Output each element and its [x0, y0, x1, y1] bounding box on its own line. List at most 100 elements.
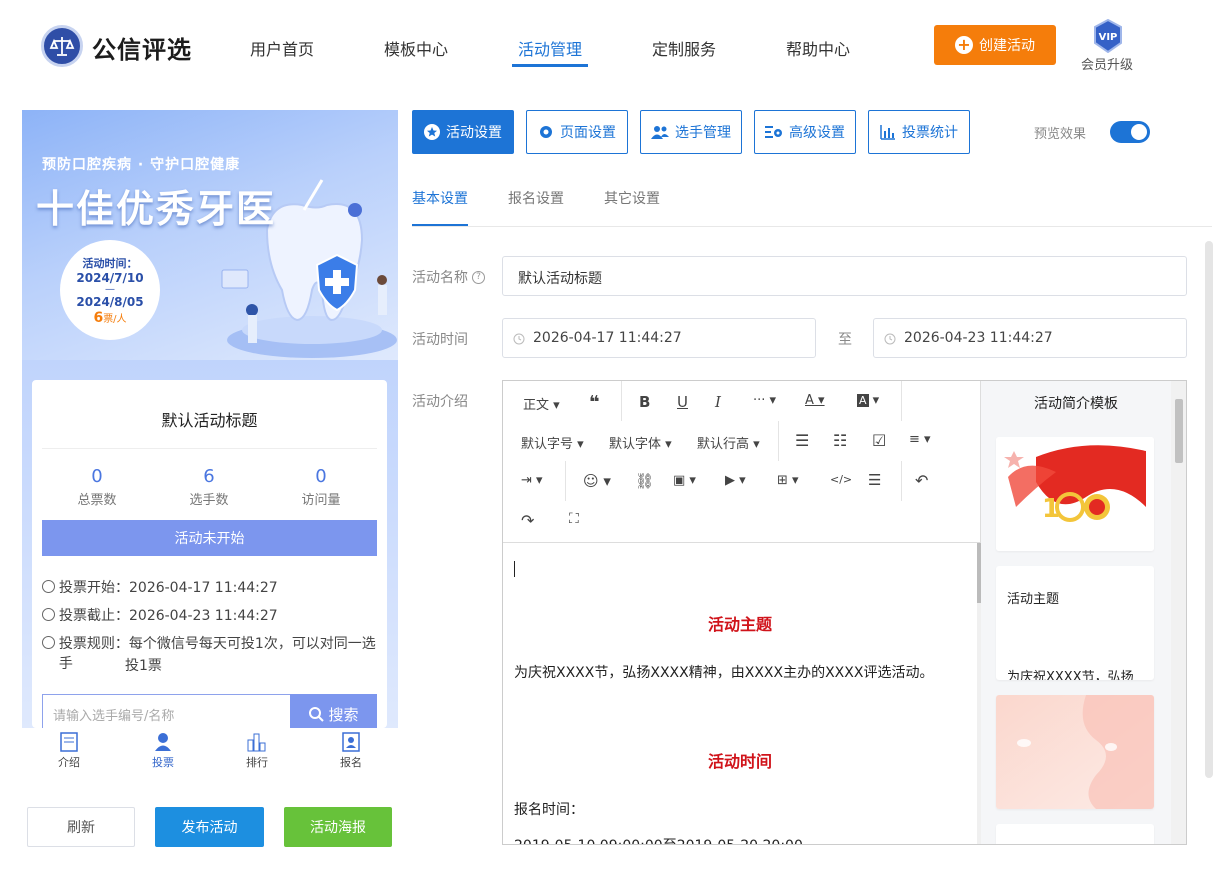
vote-statistics-button[interactable]: 投票统计 [868, 110, 970, 154]
content-heading-theme: 活动主题 [707, 615, 772, 634]
content-heading-time: 活动时间 [707, 752, 772, 771]
vip-upgrade-button[interactable]: VIP [1091, 18, 1125, 54]
help-icon[interactable]: ? [472, 270, 485, 284]
nav-help-center[interactable]: 帮助中心 [786, 36, 850, 60]
template-card[interactable] [996, 824, 1154, 844]
activity-poster-button[interactable]: 活动海报 [284, 807, 392, 847]
content-paragraph: 报名时间： [514, 802, 584, 818]
toolbar-separator [621, 381, 622, 421]
stat-label: 总票数 [77, 493, 117, 508]
search-icon [309, 707, 325, 722]
font-size-label: 默认字号 [521, 437, 574, 452]
stat-total-votes: 0 总票数 [42, 466, 152, 508]
line-height-dropdown[interactable]: 默认行高 ▾ [697, 433, 760, 452]
align-icon[interactable]: ≡ ▾ [909, 432, 931, 447]
tab-ranking[interactable]: 排行 [210, 732, 304, 770]
date-badge-start: 2024/7/10 [76, 271, 144, 285]
indent-icon[interactable]: ⇥ ▾ [521, 473, 543, 488]
signup-icon [342, 732, 360, 752]
vote-rule-badge: 6票/人 [60, 310, 160, 326]
tab-vote[interactable]: 投票 [116, 732, 210, 770]
divider-icon[interactable]: ☰ [868, 471, 881, 489]
activity-start-time-input[interactable]: 2026-04-17 11:44:27 [502, 318, 816, 358]
preview-effect-toggle[interactable] [1110, 121, 1150, 143]
font-color-icon[interactable]: A ▾ [805, 393, 825, 408]
contestant-management-label: 选手管理 [675, 125, 731, 141]
vote-start-text: 投票开始：2026-04-17 11:44:27 [59, 580, 278, 596]
italic-icon[interactable]: I [715, 393, 721, 411]
tab-signup[interactable]: 报名 [304, 732, 398, 770]
stat-contestants: 6 选手数 [154, 466, 264, 508]
stat-label: 访问量 [301, 493, 341, 508]
template-card[interactable] [996, 695, 1154, 809]
paragraph-format-dropdown[interactable]: 正文 ▾ [523, 394, 560, 413]
link-icon[interactable]: ⛓ [635, 472, 654, 490]
vip-upgrade-label[interactable]: 会员升级 [1081, 54, 1133, 73]
image-icon[interactable]: ▣ ▾ [673, 473, 696, 488]
tab-intro-label: 介绍 [58, 756, 80, 769]
vip-badge-icon: VIP [1094, 18, 1122, 54]
underline-icon[interactable]: U [677, 393, 688, 411]
nav-user-home[interactable]: 用户首页 [250, 36, 314, 60]
more-format-icon[interactable]: ··· ▾ [753, 393, 776, 408]
quote-icon[interactable]: ❝ [589, 392, 600, 413]
bold-icon[interactable]: B [639, 393, 650, 411]
table-icon[interactable]: ⊞ ▾ [777, 473, 799, 488]
create-activity-button[interactable]: + 创建活动 [934, 25, 1056, 65]
refresh-button[interactable]: 刷新 [27, 807, 135, 847]
template-card[interactable]: 活动主题 为庆祝XXXX节，弘扬 [996, 566, 1154, 680]
activity-status-button[interactable]: 活动未开始 [42, 520, 377, 556]
tab-intro[interactable]: 介绍 [22, 732, 116, 770]
brand-name[interactable]: 公信评选 [92, 30, 192, 65]
page-scrollbar[interactable] [1205, 241, 1213, 778]
clock-icon [42, 580, 55, 593]
nav-template-center[interactable]: 模板中心 [384, 36, 448, 60]
nav-custom-service[interactable]: 定制服务 [652, 36, 716, 60]
clock-icon [884, 333, 896, 345]
redo-icon[interactable]: ↷ [521, 511, 534, 530]
code-icon[interactable]: </> [830, 473, 852, 486]
nav-activity-management[interactable]: 活动管理 [518, 36, 582, 60]
undo-icon[interactable]: ↶ [915, 471, 928, 490]
video-icon[interactable]: ▶ ▾ [725, 473, 746, 488]
rich-text-editor: 正文 ▾ ❝ B U I ··· ▾ A ▾ A ▾ 默认字号 ▾ 默认字体 ▾… [502, 380, 1187, 845]
emoji-icon[interactable]: ☺ ▾ [583, 472, 611, 490]
search-button[interactable]: 搜索 [290, 694, 377, 728]
fullscreen-icon[interactable]: ⛶ [569, 511, 579, 527]
numbered-list-icon[interactable]: ☷ [833, 431, 847, 450]
end-time-value: 2026-04-23 11:44:27 [904, 330, 1053, 346]
activity-name-input[interactable]: 默认活动标题 [502, 256, 1187, 296]
tab-vote-label: 投票 [152, 756, 174, 769]
todo-list-icon[interactable]: ☑ [872, 431, 886, 450]
paragraph-format-label: 正文 [523, 398, 550, 413]
stat-value: 6 [203, 466, 215, 487]
publish-activity-button[interactable]: 发布活动 [155, 807, 264, 847]
activity-settings-button[interactable]: 活动设置 [412, 110, 514, 154]
template-scrollbar-thumb[interactable] [1175, 399, 1183, 463]
background-color-icon[interactable]: A ▾ [857, 393, 879, 408]
banner-subtitle: 预防口腔疾病 · 守护口腔健康 [42, 157, 241, 173]
tab-other-settings[interactable]: 其它设置 [604, 188, 660, 208]
tab-signup-settings[interactable]: 报名设置 [508, 188, 564, 208]
editor-content[interactable]: 活动主题 为庆祝XXXX节，弘扬XXXX精神，由XXXX主办的XXXX评选活动。… [503, 543, 977, 844]
preview-effect-label: 预览效果 [1034, 127, 1087, 142]
nav-active-indicator [512, 64, 588, 67]
activity-end-time-input[interactable]: 2026-04-23 11:44:27 [873, 318, 1187, 358]
template-card[interactable]: 1 [996, 437, 1154, 551]
advanced-settings-button[interactable]: 高级设置 [754, 110, 856, 154]
page-settings-button[interactable]: 页面设置 [526, 110, 628, 154]
contestant-search-input[interactable]: 请输入选手编号/名称 [42, 694, 292, 728]
font-family-dropdown[interactable]: 默认字体 ▾ [609, 433, 672, 452]
banner-image: 预防口腔疾病 · 守护口腔健康 十佳优秀牙医 活动时间： 2024/7/10 —… [22, 110, 398, 360]
logo-icon[interactable] [41, 25, 83, 67]
time-separator: 至 [838, 332, 852, 348]
bullet-list-icon[interactable]: ☰ [795, 431, 809, 450]
vote-rule-unit: 票/人 [103, 314, 127, 325]
contestant-management-button[interactable]: 选手管理 [640, 110, 742, 154]
tab-basic-settings[interactable]: 基本设置 [412, 188, 468, 208]
vote-start-line: 投票开始：2026-04-17 11:44:27 [42, 577, 278, 597]
editor-toolbar: 正文 ▾ ❝ B U I ··· ▾ A ▾ A ▾ 默认字号 ▾ 默认字体 ▾… [503, 381, 981, 543]
font-size-dropdown[interactable]: 默认字号 ▾ [521, 433, 584, 452]
top-navigation: 公信评选 用户首页 模板中心 活动管理 定制服务 帮助中心 + 创建活动 VIP… [0, 0, 1223, 90]
template-card-text: 为庆祝XXXX节，弘扬 [1007, 670, 1134, 680]
